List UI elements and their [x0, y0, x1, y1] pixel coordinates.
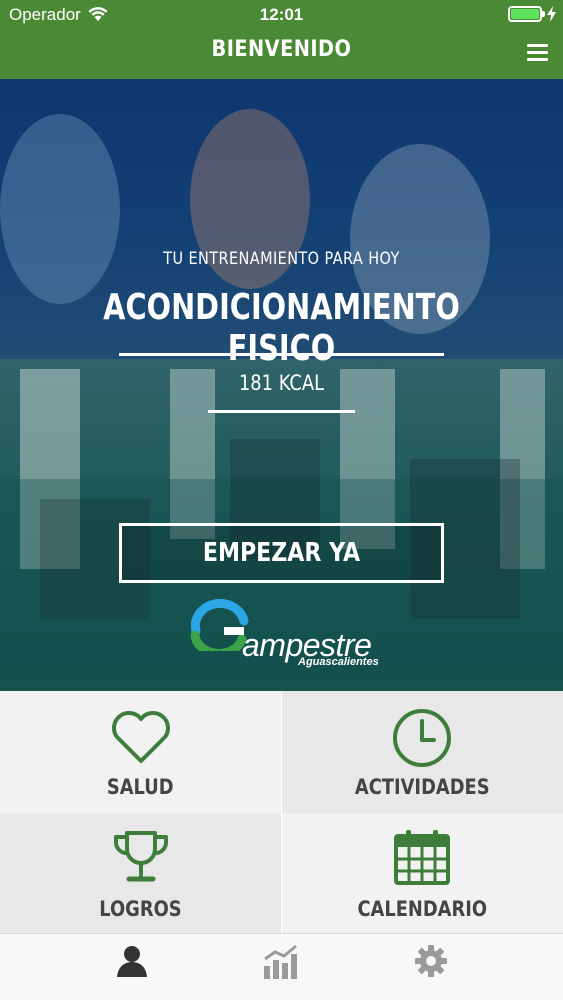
- hamburger-menu-icon[interactable]: [527, 44, 548, 62]
- calendar-icon: [394, 830, 450, 885]
- settings-gear-icon: [415, 945, 447, 977]
- hero-banner: TU ENTRENAMIENTO PARA HOY ACONDICIONAMIE…: [0, 79, 563, 691]
- tile-label-calendario: CALENDARIO: [357, 897, 488, 921]
- tab-settings[interactable]: [356, 934, 506, 1000]
- logo-subtitle: Aguascalientes: [298, 656, 379, 668]
- clock-icon: [393, 709, 451, 767]
- profile-icon: [117, 946, 147, 977]
- status-bar: Operador 12:01: [0, 0, 563, 30]
- tile-salud[interactable]: SALUD: [0, 691, 281, 813]
- calories-value: 181 KCAL: [238, 371, 325, 395]
- charging-bolt-icon: [547, 6, 556, 22]
- tile-actividades[interactable]: ACTIVIDADES: [282, 691, 563, 813]
- tile-calendario[interactable]: CALENDARIO: [282, 813, 563, 935]
- tile-logros[interactable]: LOGROS: [0, 813, 281, 935]
- workout-name: ACONDICIONAMIENTO FISICO: [103, 287, 460, 369]
- tab-stats[interactable]: [206, 934, 356, 1000]
- training-subtitle: TU ENTRENAMIENTO PARA HOY: [163, 249, 400, 269]
- tile-label-actividades: ACTIVIDADES: [355, 775, 490, 799]
- tile-label-logros: LOGROS: [99, 897, 182, 921]
- stats-icon: [264, 944, 297, 979]
- divider-line: [208, 410, 355, 413]
- page-title: BIENVENIDO: [211, 37, 352, 62]
- app-header: Operador 12:01 BIENVENIDO: [0, 0, 563, 79]
- trophy-icon: [114, 831, 168, 882]
- divider-line: [119, 353, 444, 356]
- status-time: 12:01: [259, 5, 304, 24]
- tile-label-salud: SALUD: [107, 775, 174, 799]
- heart-icon: [112, 711, 170, 763]
- start-now-button[interactable]: EMPEZAR YA: [119, 523, 444, 583]
- tab-profile[interactable]: [56, 934, 206, 1000]
- tab-bar: [0, 933, 563, 1000]
- battery-icon: [508, 6, 542, 22]
- start-now-label: EMPEZAR YA: [202, 538, 361, 568]
- campestre-logo: ampestre Aguascalientes: [190, 599, 380, 671]
- logo-mark-icon: [190, 599, 249, 651]
